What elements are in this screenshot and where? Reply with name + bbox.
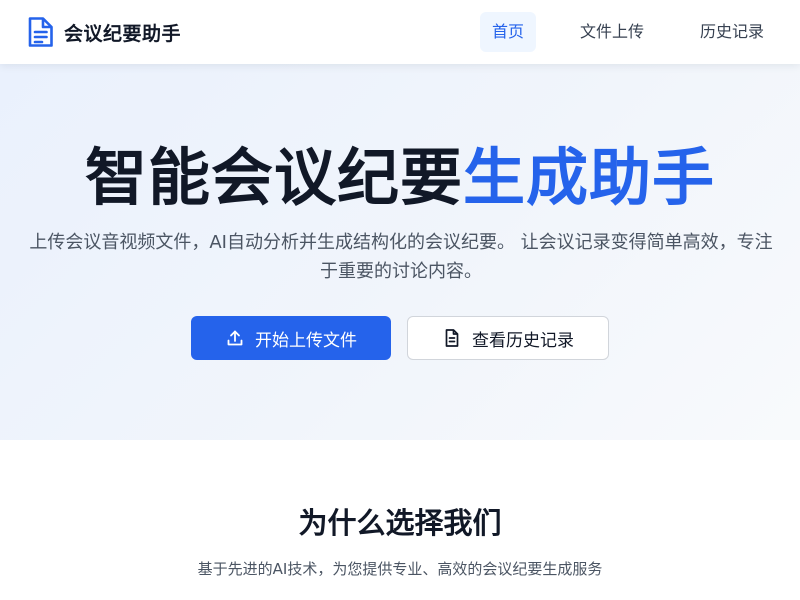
hero-title-main: 智能会议纪要 bbox=[84, 141, 463, 214]
view-history-label: 查看历史记录 bbox=[472, 330, 574, 351]
upload-icon bbox=[227, 330, 243, 346]
hero-section: 智能会议纪要生成助手 上传会议音视频文件，AI自动分析并生成结构化的会议纪要。 … bbox=[0, 64, 800, 440]
top-nav-bar: 会议纪要助手 首页 文件上传 历史记录 bbox=[0, 0, 800, 64]
nav-file-upload[interactable]: 文件上传 bbox=[568, 12, 656, 52]
features-subtitle: 基于先进的AI技术，为您提供专业、高效的会议纪要生成服务 bbox=[197, 560, 603, 578]
view-history-button[interactable]: 查看历史记录 bbox=[407, 316, 609, 360]
features-title: 为什么选择我们 bbox=[298, 506, 502, 540]
document-icon bbox=[28, 17, 53, 47]
hero-title-accent: 生成助手 bbox=[463, 141, 716, 214]
document-text-icon bbox=[445, 329, 459, 347]
hero-description: 上传会议音视频文件，AI自动分析并生成结构化的会议纪要。 让会议记录变得简单高效… bbox=[29, 232, 773, 282]
brand[interactable]: 会议纪要助手 bbox=[26, 16, 181, 48]
nav-history[interactable]: 历史记录 bbox=[688, 12, 776, 52]
nav-home[interactable]: 首页 bbox=[480, 12, 536, 52]
start-upload-button[interactable]: 开始上传文件 bbox=[191, 316, 391, 360]
hero-title: 智能会议纪要生成助手 bbox=[0, 142, 800, 214]
brand-name: 会议纪要助手 bbox=[64, 22, 182, 45]
start-upload-label: 开始上传文件 bbox=[255, 330, 357, 351]
